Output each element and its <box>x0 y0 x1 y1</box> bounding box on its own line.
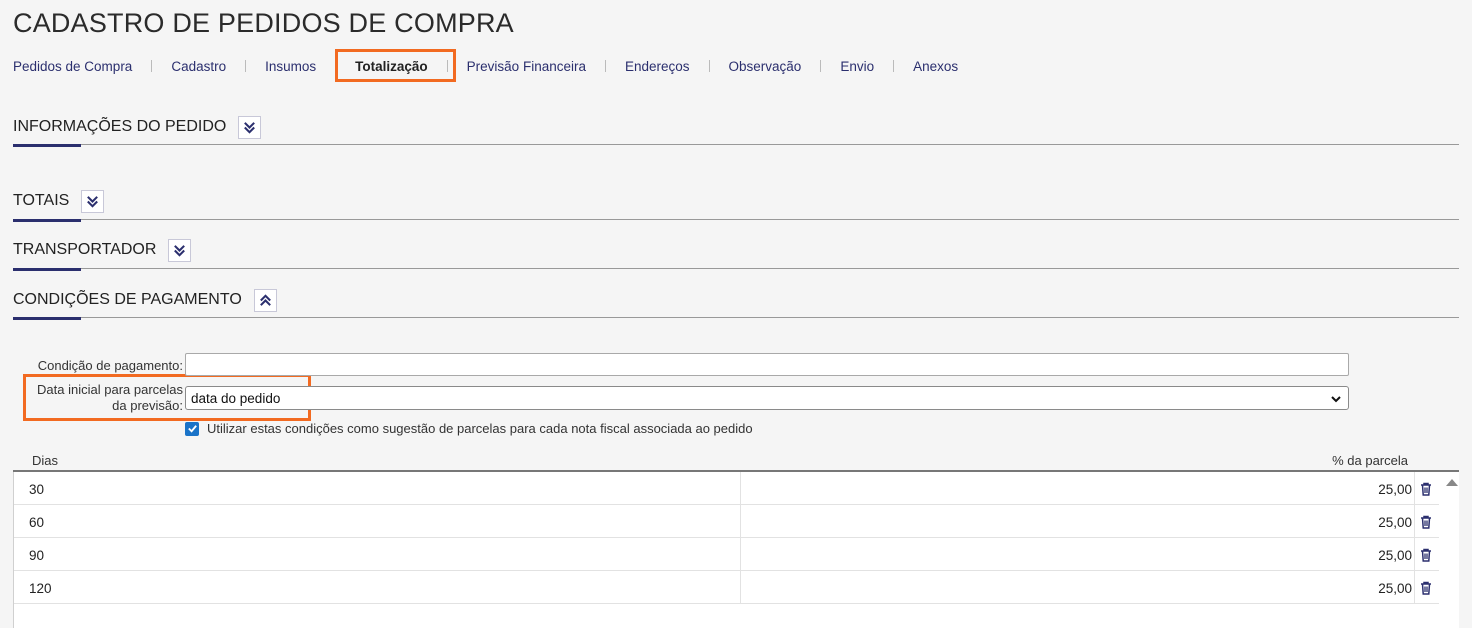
section-transportador: TRANSPORTADOR <box>13 237 1459 271</box>
trash-icon[interactable] <box>1418 547 1434 563</box>
checkmark-icon <box>187 425 197 433</box>
column-divider <box>1414 538 1415 570</box>
trash-icon[interactable] <box>1418 580 1434 596</box>
section-title: TRANSPORTADOR <box>13 241 157 258</box>
tab-insumos[interactable]: Insumos <box>265 59 316 74</box>
section-title: CONDIÇÕES DE PAGAMENTO <box>13 291 242 308</box>
tab-totalizacao[interactable]: Totalização <box>355 59 428 74</box>
tab-anexos[interactable]: Anexos <box>913 59 958 74</box>
page-title: CADASTRO DE PEDIDOS DE COMPRA <box>13 8 514 38</box>
cell-percentual[interactable]: 25,00 <box>1378 581 1412 596</box>
scroll-up-arrow-icon[interactable] <box>1445 477 1459 487</box>
sugestao-parcelas-option: Utilizar estas condições como sugestão d… <box>185 421 753 436</box>
column-divider <box>1414 472 1415 504</box>
column-divider <box>740 472 741 504</box>
table-row[interactable]: 90 25,00 <box>14 538 1439 571</box>
chevron-double-down-icon[interactable] <box>238 115 262 139</box>
column-divider <box>1414 571 1415 603</box>
data-inicial-selected-value: data do pedido <box>191 390 281 406</box>
tab-pedidos-de-compra[interactable]: Pedidos de Compra <box>13 59 132 74</box>
chevron-double-down-icon[interactable] <box>168 238 192 262</box>
table-row[interactable]: 120 25,00 <box>14 571 1439 604</box>
cell-dias[interactable]: 30 <box>29 482 44 497</box>
trash-icon[interactable] <box>1418 514 1434 530</box>
column-divider <box>740 538 741 570</box>
chevron-double-down-icon[interactable] <box>81 189 105 213</box>
chevron-down-icon <box>1331 396 1341 403</box>
condicao-pagamento-label: Condição de pagamento: <box>37 358 183 373</box>
tab-cadastro[interactable]: Cadastro <box>171 59 226 74</box>
cell-percentual[interactable]: 25,00 <box>1378 548 1412 563</box>
tab-enderecos[interactable]: Endereços <box>625 59 690 74</box>
parcelas-grid-header: Dias % da parcela <box>13 450 1459 472</box>
tab-previsao-financeira[interactable]: Previsão Financeira <box>467 59 586 74</box>
section-title: INFORMAÇÕES DO PEDIDO <box>13 118 227 135</box>
tab-separator <box>151 60 153 72</box>
tab-separator <box>604 60 606 72</box>
parcelas-grid: 30 25,00 60 25,00 90 25,00 120 25,00 <box>13 472 1459 628</box>
section-title: TOTAIS <box>13 192 70 209</box>
tab-envio[interactable]: Envio <box>840 59 874 74</box>
trash-icon[interactable] <box>1418 481 1434 497</box>
column-divider <box>1414 505 1415 537</box>
table-row[interactable]: 30 25,00 <box>14 472 1439 505</box>
column-divider <box>740 571 741 603</box>
tab-separator <box>446 60 448 72</box>
tab-separator <box>335 60 337 72</box>
cell-percentual[interactable]: 25,00 <box>1378 482 1412 497</box>
column-divider <box>740 505 741 537</box>
tab-separator <box>893 60 895 72</box>
section-condicoes-de-pagamento: CONDIÇÕES DE PAGAMENTO <box>13 287 1459 321</box>
chevron-double-up-icon[interactable] <box>253 288 277 312</box>
tab-separator <box>820 60 822 72</box>
section-informacoes-do-pedido: INFORMAÇÕES DO PEDIDO <box>13 114 1459 148</box>
data-inicial-label: Data inicial para parcelas da previsão: <box>20 382 183 414</box>
tab-bar: Pedidos de Compra Cadastro Insumos Totaliza… <box>13 57 958 75</box>
tab-separator <box>708 60 710 72</box>
cell-dias[interactable]: 60 <box>29 515 44 530</box>
table-row[interactable]: 60 25,00 <box>14 505 1439 538</box>
cell-percentual[interactable]: 25,00 <box>1378 515 1412 530</box>
condicao-pagamento-input[interactable] <box>185 353 1349 376</box>
sugestao-parcelas-label: Utilizar estas condições como sugestão d… <box>207 421 753 436</box>
data-inicial-label-line2: da previsão: <box>112 398 183 413</box>
column-header-dias: Dias <box>32 453 59 468</box>
tab-separator <box>245 60 247 72</box>
cell-dias[interactable]: 120 <box>29 581 52 596</box>
data-inicial-select[interactable]: data do pedido <box>185 386 1349 410</box>
column-header-percentual: % da parcela <box>1332 453 1408 468</box>
data-inicial-label-line1: Data inicial para parcelas <box>37 382 183 397</box>
section-totais: TOTAIS <box>13 188 1459 222</box>
sugestao-parcelas-checkbox[interactable] <box>185 421 199 436</box>
tab-observacao[interactable]: Observação <box>729 59 802 74</box>
cell-dias[interactable]: 90 <box>29 548 44 563</box>
